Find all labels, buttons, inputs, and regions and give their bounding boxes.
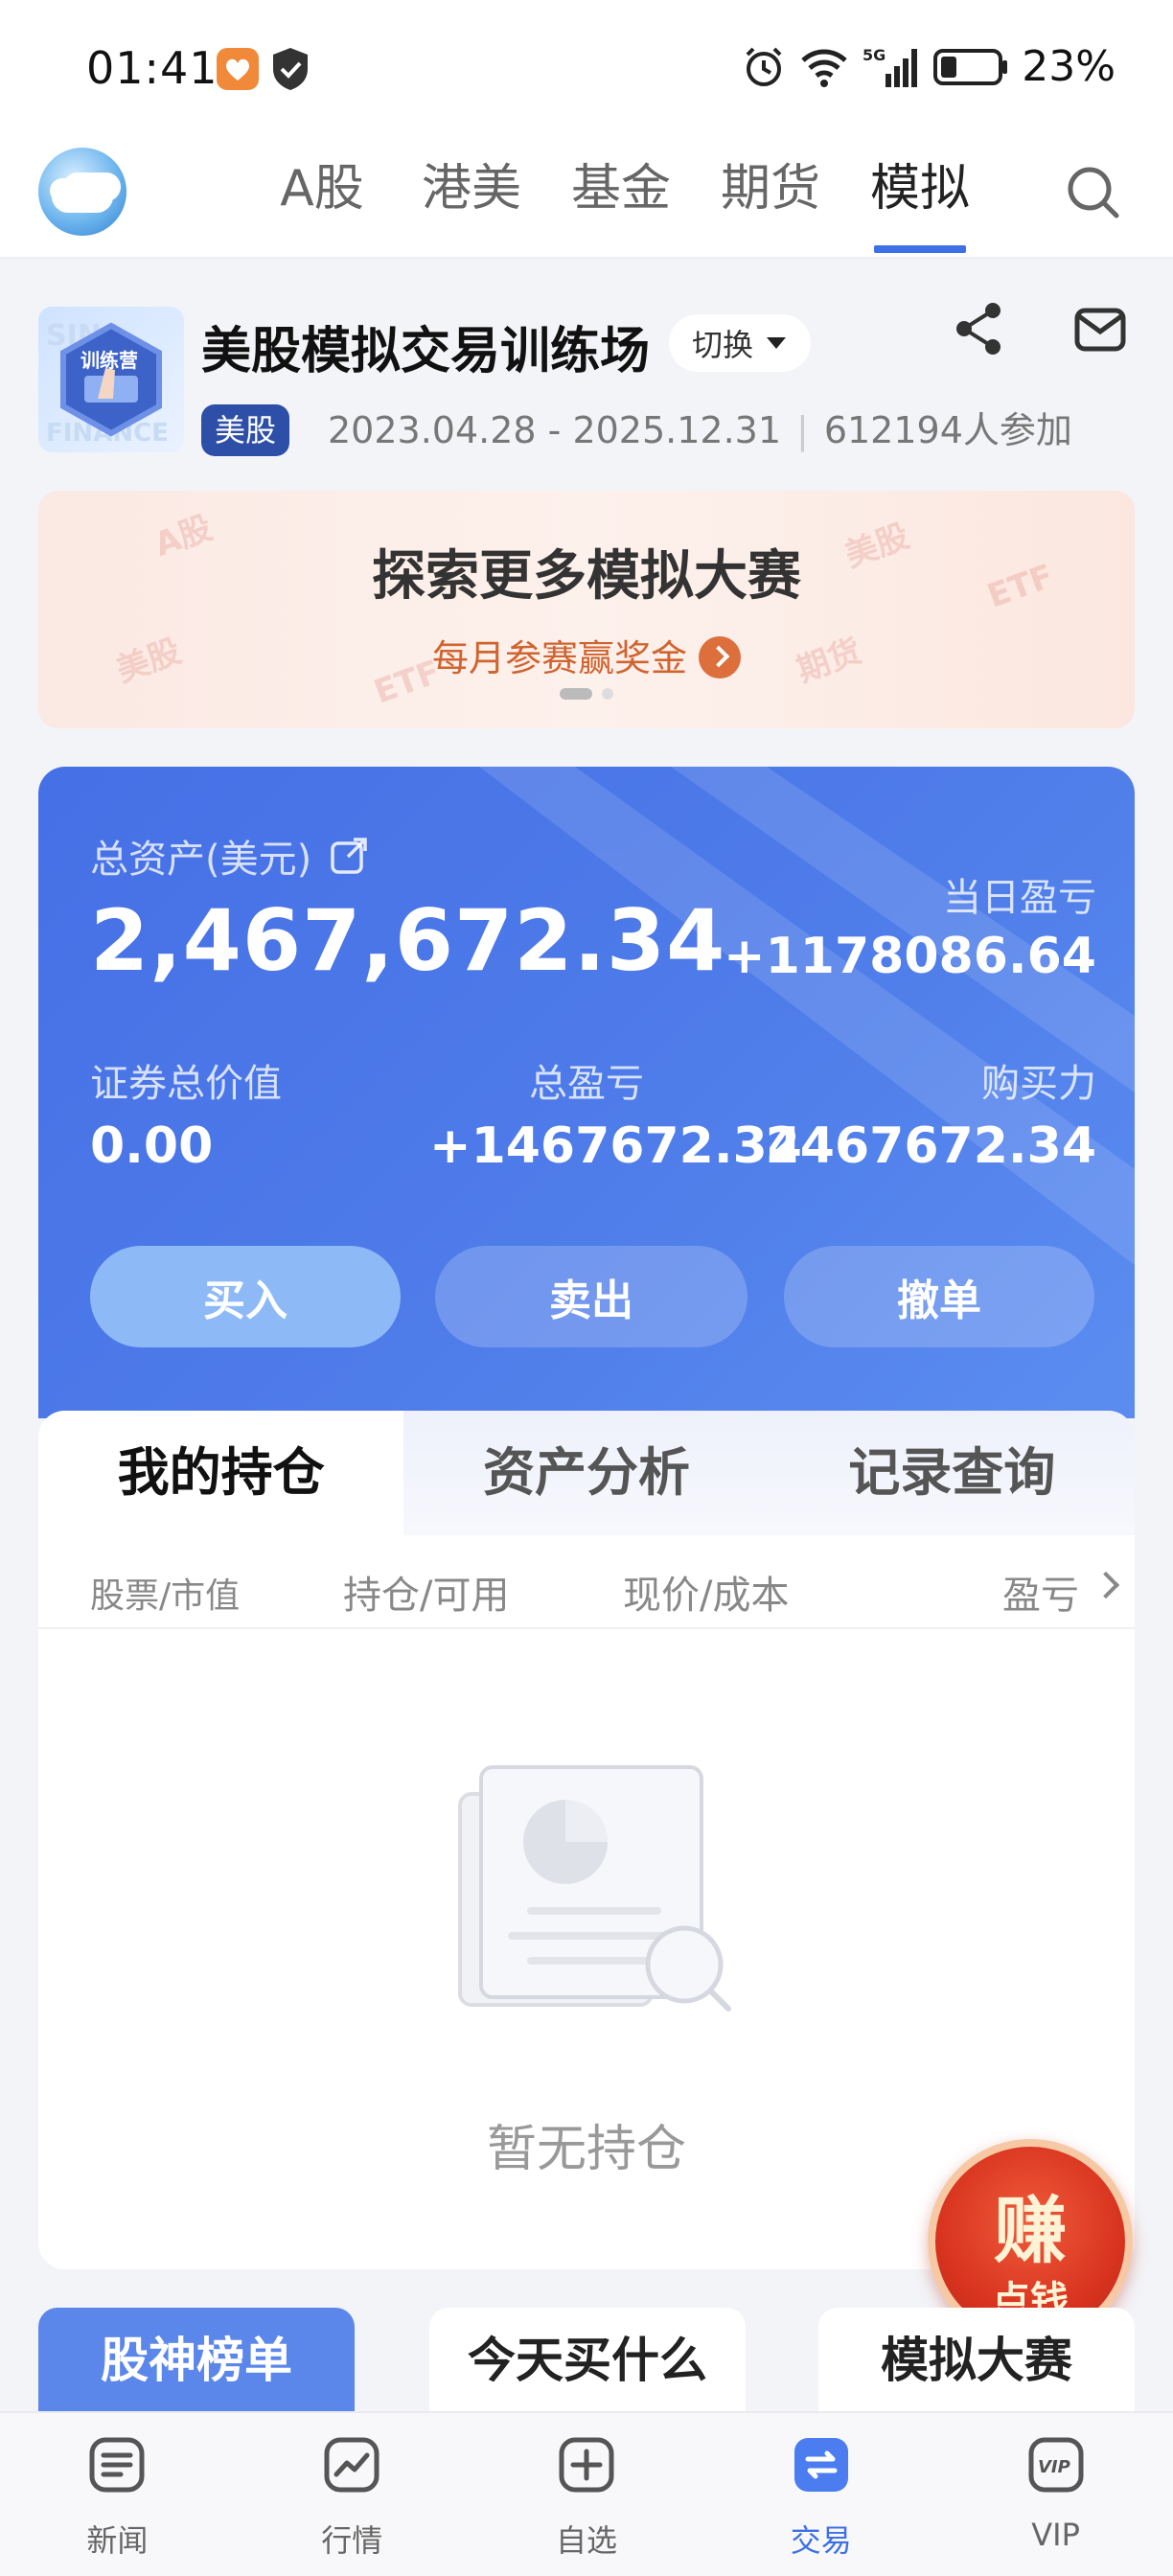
total-assets-label-row[interactable]: 总资产(美元)	[90, 828, 369, 884]
contest-participants: 612194人参加	[823, 409, 1072, 451]
bottom-nav-market[interactable]: 行情	[235, 2413, 470, 2576]
carousel-dot	[560, 688, 592, 700]
contest-meta: 2023.04.28 - 2025.12.31 | 612194人参加	[328, 404, 1072, 456]
shield-check-icon	[270, 46, 310, 92]
col-price-cost: 现价/成本	[623, 1574, 790, 1618]
securities-value-label: 证券总价值	[90, 1062, 282, 1106]
chevron-right-icon	[699, 635, 741, 678]
empty-documents-icon	[458, 1765, 731, 2012]
caret-down-icon	[767, 337, 787, 349]
daily-pl-label: 当日盈亏	[943, 876, 1096, 920]
bottom-nav-watchlist[interactable]: 自选	[470, 2413, 704, 2576]
carousel-dots	[38, 688, 1135, 700]
tab-asset-analysis[interactable]: 资产分析	[403, 1411, 770, 1535]
sell-button[interactable]: 卖出	[435, 1246, 748, 1347]
buy-button[interactable]: 买入	[90, 1246, 401, 1347]
banner-subtitle-row: 每月参赛赢奖金	[38, 629, 1135, 682]
holdings-tabs: 我的持仓 资产分析 记录查询	[38, 1411, 1135, 1535]
vip-icon: VIP	[1028, 2437, 1084, 2493]
bottom-nav-news[interactable]: 新闻	[0, 2413, 235, 2576]
app-logo[interactable]	[38, 148, 126, 236]
bottom-nav-trade[interactable]: 交易	[703, 2413, 938, 2576]
col-profit-loss[interactable]: 盈亏	[1002, 1564, 1079, 1620]
thumb-label: 训练营	[80, 349, 138, 372]
tab-my-positions[interactable]: 我的持仓	[38, 1411, 404, 1535]
svg-text:VIP: VIP	[1038, 2457, 1070, 2477]
tab-a-shares[interactable]: A股	[247, 155, 397, 222]
bottom-nav-label: 交易	[790, 2522, 852, 2559]
tab-funds[interactable]: 基金	[546, 155, 696, 222]
app-notification-icon	[217, 48, 259, 90]
tab-records[interactable]: 记录查询	[769, 1411, 1135, 1535]
mail-icon[interactable]	[1071, 301, 1129, 358]
battery-icon	[933, 48, 1008, 85]
cancel-order-button[interactable]: 撤单	[784, 1246, 1094, 1347]
status-right: 5G 23%	[742, 42, 1116, 91]
col-position-available: 持仓/可用	[343, 1574, 510, 1618]
total-assets-value: 2,467,672.34	[90, 891, 726, 990]
signal-5g-icon: 5G	[862, 46, 918, 87]
add-icon	[559, 2437, 614, 2493]
share-icon[interactable]	[949, 299, 1008, 358]
chart-icon	[324, 2437, 380, 2493]
bottom-nav-label: 自选	[555, 2522, 617, 2559]
carousel-dot	[602, 688, 613, 700]
cloud-icon	[52, 180, 113, 213]
quick-tab-leaderboard[interactable]: 股神榜单	[38, 2308, 355, 2413]
contest-thumbnail[interactable]: SINA FINANCE 训练营	[38, 307, 184, 452]
battery-percent: 23%	[1022, 42, 1116, 91]
contest-title: 美股模拟交易训练场	[201, 323, 651, 380]
asset-card: 总资产(美元) 2,467,672.34 当日盈亏 +1178086.64 证券…	[38, 767, 1135, 1418]
tab-hk-us[interactable]: 港美	[397, 155, 546, 222]
tab-futures[interactable]: 期货	[696, 155, 845, 222]
tab-simulation[interactable]: 模拟	[845, 155, 995, 253]
holdings-panel: 我的持仓 资产分析 记录查询 股票/市值 持仓/可用 现价/成本 盈亏 暂无持仓	[38, 1411, 1135, 2269]
bottom-nav-label: VIP	[1031, 2517, 1080, 2553]
bottom-nav-vip[interactable]: VIP VIP	[938, 2413, 1173, 2576]
contest-date-range: 2023.04.28 - 2025.12.31	[328, 409, 782, 451]
trade-icon	[794, 2438, 848, 2492]
banner-title: 探索更多模拟大赛	[372, 545, 801, 608]
daily-pl-value: +1178086.64	[724, 928, 1096, 985]
meta-divider: |	[796, 409, 809, 451]
buying-power-value: 2467672.34	[765, 1117, 1096, 1175]
banner-subtitle: 每月参赛赢奖金	[431, 637, 687, 679]
top-nav: A股 港美 基金 期货 模拟	[0, 134, 1173, 259]
svg-text:5G: 5G	[862, 46, 886, 64]
search-icon[interactable]	[1064, 163, 1121, 220]
earn-title: 赚	[994, 2188, 1067, 2273]
bottom-nav: 新闻 行情 自选 交易 VIP VIP	[0, 2411, 1173, 2576]
promo-banner[interactable]: A股 美股 ETF 美股 ETF 期货 探索更多模拟大赛 每月参赛赢奖金	[38, 491, 1135, 728]
market-badge: 美股	[201, 404, 290, 456]
quick-tab-contests[interactable]: 模拟大赛	[818, 2308, 1135, 2413]
securities-value: 0.00	[90, 1117, 214, 1175]
holdings-column-header: 股票/市值 持仓/可用 现价/成本 盈亏	[38, 1535, 1135, 1629]
wifi-icon	[801, 49, 847, 87]
chevron-right-icon[interactable]	[1092, 1571, 1120, 1599]
switch-label: 切换	[692, 327, 754, 363]
total-pl-value: +1467672.34	[429, 1117, 802, 1175]
bottom-nav-label: 行情	[321, 2522, 383, 2559]
alarm-icon	[746, 47, 782, 86]
news-icon	[89, 2437, 145, 2493]
external-link-icon[interactable]	[329, 836, 369, 876]
switch-button[interactable]: 切换	[669, 314, 812, 372]
quick-tab-what-to-buy[interactable]: 今天买什么	[429, 2308, 746, 2413]
status-bar: 01:41 5G 23%	[0, 0, 1173, 134]
status-time: 01:41	[86, 42, 218, 94]
col-stock-value: 股票/市值	[90, 1576, 241, 1616]
top-nav-tabs: A股 港美 基金 期货 模拟	[247, 155, 995, 253]
total-pl-label: 总盈亏	[529, 1062, 644, 1106]
total-assets-label: 总资产(美元)	[90, 838, 312, 882]
bottom-nav-label: 新闻	[86, 2522, 149, 2559]
hexagon-badge-icon: SINA FINANCE	[46, 319, 169, 448]
buying-power-label: 购买力	[981, 1062, 1096, 1106]
